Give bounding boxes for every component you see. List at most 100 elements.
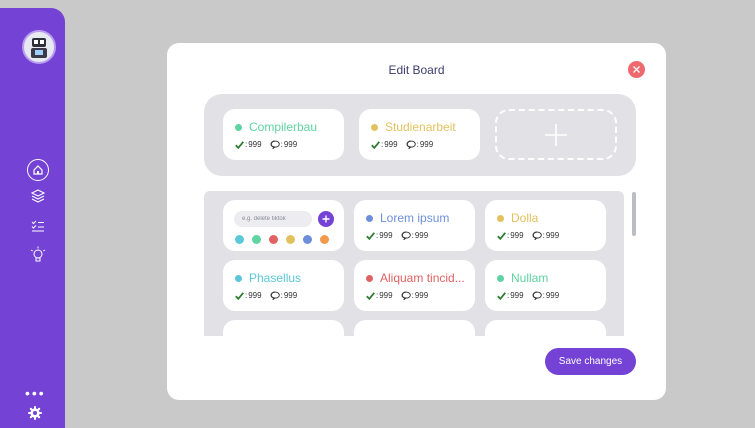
category-card[interactable]: Studienarbeit : 999 : 999 — [359, 109, 480, 160]
category-name: Studienarbeit — [371, 120, 456, 134]
stat-separator: : — [411, 231, 414, 240]
nav-tasks[interactable] — [27, 215, 49, 237]
comment-count: 999 — [283, 140, 298, 149]
category-card-partial[interactable] — [485, 320, 606, 336]
category-card-partial[interactable] — [354, 320, 475, 336]
done-stat: : 999 — [235, 291, 262, 300]
comment-count: 999 — [419, 140, 434, 149]
category-card[interactable]: Compilerbau : 999 : 999 — [223, 109, 344, 160]
done-stat: : 999 — [366, 291, 393, 300]
new-category-card — [223, 200, 344, 251]
stat-separator: : — [280, 291, 283, 300]
color-swatch[interactable] — [303, 235, 312, 244]
add-new-category-button[interactable] — [318, 211, 334, 227]
category-name: Nullam — [497, 271, 548, 285]
stat-separator: : — [376, 291, 379, 300]
stat-separator: : — [411, 291, 414, 300]
category-card[interactable]: Phasellus : 999 : 999 — [223, 260, 344, 311]
category-color-dot — [497, 274, 504, 282]
done-stat: : 999 — [371, 140, 398, 149]
comment-stat: : 999 — [401, 291, 428, 300]
category-stats: : 999 : 999 — [497, 231, 559, 240]
category-name: Compilerbau — [235, 120, 317, 134]
comment-icon — [270, 291, 280, 300]
category-stats: : 999 : 999 — [371, 140, 433, 149]
nav-home[interactable] — [27, 159, 49, 181]
category-name: Lorem ipsum — [366, 211, 449, 225]
color-swatch[interactable] — [269, 235, 278, 244]
comment-count: 999 — [283, 291, 298, 300]
gear-icon — [28, 406, 42, 420]
color-swatch[interactable] — [320, 235, 329, 244]
comment-icon — [532, 231, 542, 240]
color-swatch[interactable] — [252, 235, 261, 244]
stat-separator: : — [245, 140, 248, 149]
comment-icon — [401, 291, 411, 300]
category-color-dot — [366, 214, 373, 222]
done-stat: : 999 — [497, 231, 524, 240]
done-count: 999 — [379, 231, 393, 240]
stat-separator: : — [245, 291, 248, 300]
stat-separator: : — [381, 140, 384, 149]
comment-icon — [270, 140, 280, 149]
comment-count: 999 — [414, 231, 429, 240]
comment-icon — [401, 231, 411, 240]
avatar[interactable] — [22, 30, 56, 64]
category-card[interactable]: Nullam : 999 : 999 — [485, 260, 606, 311]
stat-separator: : — [376, 231, 379, 240]
category-card[interactable]: Dolla : 999 : 999 — [485, 200, 606, 251]
stat-separator: : — [280, 140, 283, 149]
done-count: 999 — [384, 140, 398, 149]
category-color-dot — [235, 274, 242, 282]
close-icon — [633, 66, 640, 73]
check-icon — [366, 231, 375, 240]
comment-stat: : 999 — [532, 291, 559, 300]
color-swatch[interactable] — [286, 235, 295, 244]
color-swatch[interactable] — [235, 235, 244, 244]
category-name: Phasellus — [235, 271, 301, 285]
check-icon — [235, 291, 244, 300]
stat-separator: : — [542, 291, 545, 300]
stat-separator: : — [507, 231, 510, 240]
save-changes-button[interactable]: Save changes — [545, 348, 636, 375]
stat-separator: : — [542, 231, 545, 240]
nav-boards[interactable] — [27, 185, 49, 207]
category-label: Compilerbau — [249, 120, 318, 134]
done-count: 999 — [510, 231, 524, 240]
stat-separator: : — [416, 140, 419, 149]
done-count: 999 — [510, 291, 524, 300]
category-color-dot — [235, 123, 242, 131]
category-color-dot — [371, 123, 378, 131]
category-card[interactable]: Lorem ipsum : 999 : 999 — [354, 200, 475, 251]
done-stat: : 999 — [497, 291, 524, 300]
category-label: Studienarbeit — [385, 120, 456, 134]
comment-icon — [532, 291, 542, 300]
color-swatches — [235, 235, 329, 244]
category-card-partial[interactable] — [223, 320, 344, 336]
category-label: Dolla — [511, 211, 539, 225]
nav-ideas[interactable] — [27, 244, 49, 266]
comment-stat: : 999 — [270, 140, 298, 149]
more-dots-icon[interactable]: ••• — [25, 386, 46, 400]
modal-title: Edit Board — [388, 63, 445, 77]
category-stats: : 999 : 999 — [366, 231, 428, 240]
category-stats: : 999 : 999 — [235, 291, 297, 300]
check-icon — [235, 140, 244, 149]
category-stats: : 999 : 999 — [235, 140, 297, 149]
done-count: 999 — [248, 140, 262, 149]
lightbulb-icon — [30, 246, 46, 262]
grid-scrollbar[interactable] — [632, 191, 636, 336]
done-count: 999 — [248, 291, 262, 300]
category-name: Aliquam tincid... — [366, 271, 465, 285]
settings-button[interactable] — [28, 406, 42, 425]
scroll-thumb[interactable] — [632, 192, 636, 236]
check-icon — [366, 291, 375, 300]
robot-avatar-icon — [31, 38, 47, 58]
done-stat: : 999 — [235, 140, 262, 149]
comment-stat: : 999 — [532, 231, 559, 240]
add-category-button[interactable] — [495, 109, 617, 160]
category-card[interactable]: Aliquam tincid... : 999 : 999 — [354, 260, 475, 311]
new-category-input[interactable] — [234, 211, 312, 227]
close-button[interactable] — [628, 61, 645, 78]
layers-icon — [30, 189, 46, 203]
